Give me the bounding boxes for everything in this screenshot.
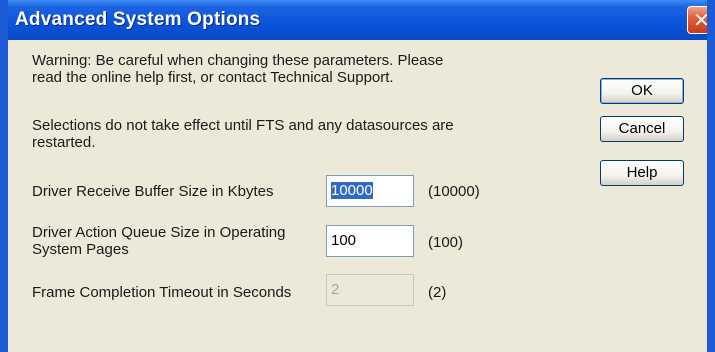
close-button[interactable]: ✕	[687, 6, 710, 34]
dialog-title: Advanced System Options	[15, 9, 261, 30]
warning-text-line2: read the online help first, or contact T…	[32, 69, 394, 86]
receive-buffer-value: 10000	[331, 182, 373, 199]
title-bar[interactable]: Advanced System Options ✕	[8, 0, 710, 40]
advanced-system-options-dialog: Advanced System Options ✕ Warning: Be ca…	[0, 0, 715, 352]
restart-note-line1: Selections do not take effect until FTS …	[32, 117, 454, 134]
ok-button[interactable]: OK	[600, 78, 684, 104]
frame-timeout-default: (2)	[428, 284, 447, 301]
action-queue-default: (100)	[428, 234, 464, 251]
action-queue-label-line2: System Pages	[32, 241, 129, 258]
receive-buffer-input[interactable]: 10000	[326, 175, 414, 207]
warning-text-line1: Warning: Be careful when changing these …	[32, 52, 444, 69]
restart-note-line2: restarted.	[32, 134, 96, 151]
action-queue-label-line1: Driver Action Queue Size in Operating	[32, 224, 286, 241]
frame-timeout-label: Frame Completion Timeout in Seconds	[32, 284, 292, 301]
cancel-button[interactable]: Cancel	[600, 116, 684, 142]
frame-timeout-input[interactable]: 2	[326, 274, 414, 306]
receive-buffer-label: Driver Receive Buffer Size in Kbytes	[32, 183, 274, 200]
help-button[interactable]: Help	[600, 160, 684, 186]
receive-buffer-default: (10000)	[428, 183, 480, 200]
close-icon: ✕	[693, 8, 710, 32]
action-queue-input[interactable]: 100	[326, 225, 414, 257]
